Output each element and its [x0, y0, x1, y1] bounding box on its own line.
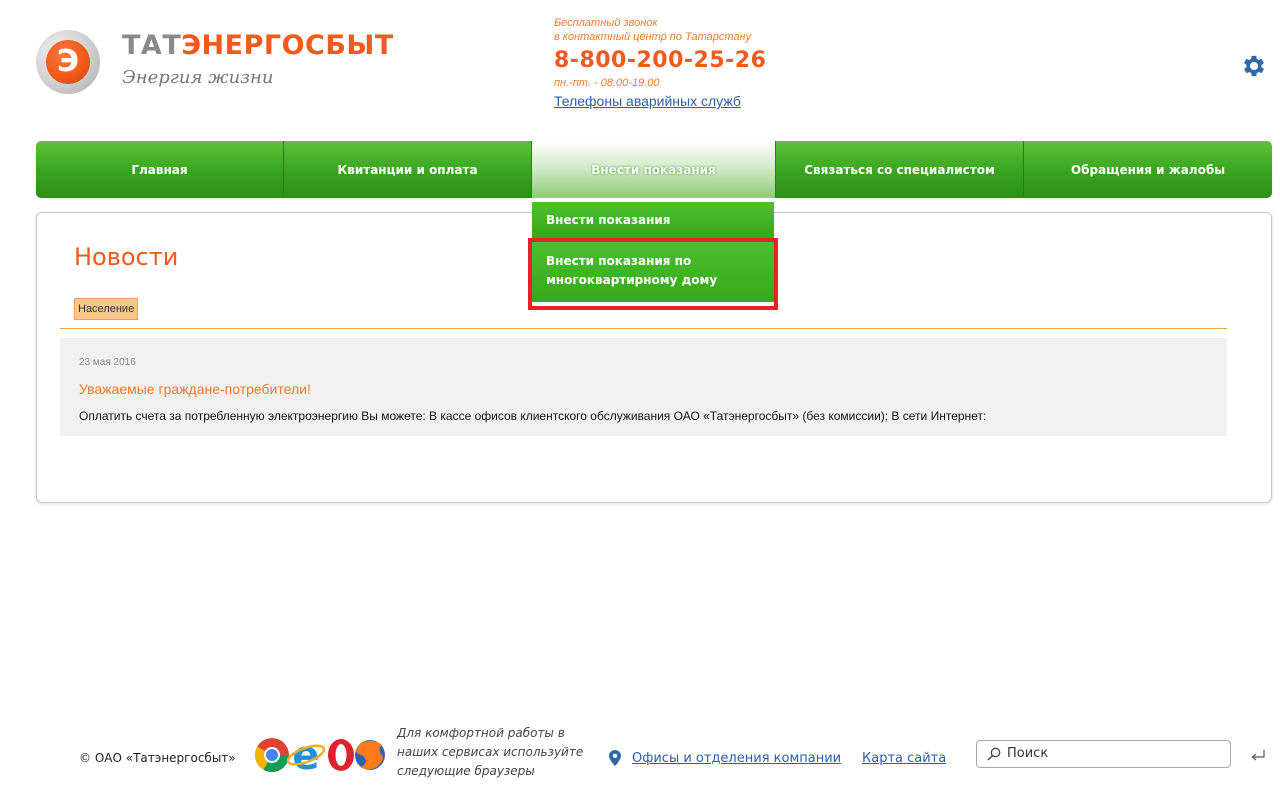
divider [60, 328, 1227, 329]
search-input[interactable] [1007, 745, 1217, 763]
browsers-note: Для комфортной работы в наших сервисах и… [397, 726, 584, 778]
dropdown-item-submit-readings-apartment-building[interactable]: Внести показания по многоквартирному дом… [532, 240, 774, 302]
search-icon [987, 747, 1001, 761]
copyright: © ОАО «Татэнергосбыт» [79, 751, 236, 765]
working-hours: пн.-пт. - 08.00-19.00 [554, 77, 660, 89]
logo-letter: Э [46, 40, 90, 84]
dropdown-item-submit-readings[interactable]: Внести показания [532, 202, 774, 239]
emergency-phones-link[interactable]: Телефоны аварийных служб [554, 91, 766, 111]
redacted-area [1072, 38, 1212, 110]
gear-icon[interactable] [1240, 52, 1268, 80]
contact-block: Бесплатный звонок в контактный центр по … [554, 16, 766, 111]
submit-readings-dropdown: Внести показания Внести показания по мно… [532, 202, 774, 302]
firefox-icon [355, 740, 385, 770]
sitemap-link[interactable]: Карта сайта [862, 750, 946, 768]
location-pin-icon [609, 750, 621, 766]
enter-icon[interactable] [1250, 749, 1266, 763]
nav-item-appeals-complaints[interactable]: Обращения и жалобы [1024, 141, 1272, 198]
logo-emblem: Э [36, 30, 100, 94]
news-date: 23 мая 2016 [79, 357, 136, 368]
offices-link[interactable]: Офисы и отделения компании [632, 750, 841, 768]
nav-item-submit-readings[interactable]: Внести показания [532, 141, 776, 198]
category-tag-population[interactable]: Население [74, 298, 139, 320]
page-title: Новости [74, 243, 179, 271]
brand-name: ТАТЭНЕРГОСБЫТ [122, 30, 394, 61]
nav-item-receipts-payment[interactable]: Квитанции и оплата [284, 141, 532, 198]
chrome-icon [255, 738, 289, 772]
nav-item-home[interactable]: Главная [36, 141, 284, 198]
svg-text:e: e [292, 735, 319, 775]
opera-icon [328, 739, 354, 771]
news-item: 23 мая 2016 Уважаемые граждане-потребите… [60, 338, 1227, 436]
logo[interactable]: Э ТАТЭНЕРГОСБЫТ Энергия жизни [36, 26, 393, 102]
free-call-region: в контактный центр по Татарстану [554, 31, 752, 43]
main-nav: Главная Квитанции и оплата Внести показа… [36, 141, 1272, 198]
nav-item-contact-specialist[interactable]: Связаться со специалистом [776, 141, 1024, 198]
brand-slogan: Энергия жизни [122, 67, 274, 88]
search-box [976, 740, 1231, 768]
hotline-phone: 8-800-200-25-26 [554, 48, 767, 73]
ie-icon: e [286, 735, 326, 775]
news-headline-link[interactable]: Уважаемые граждане-потребители! [79, 380, 311, 398]
browser-icons: e [255, 735, 385, 775]
news-excerpt: Оплатить счета за потребленную электроэн… [79, 409, 987, 423]
free-call-label: Бесплатный звонок [554, 17, 658, 29]
